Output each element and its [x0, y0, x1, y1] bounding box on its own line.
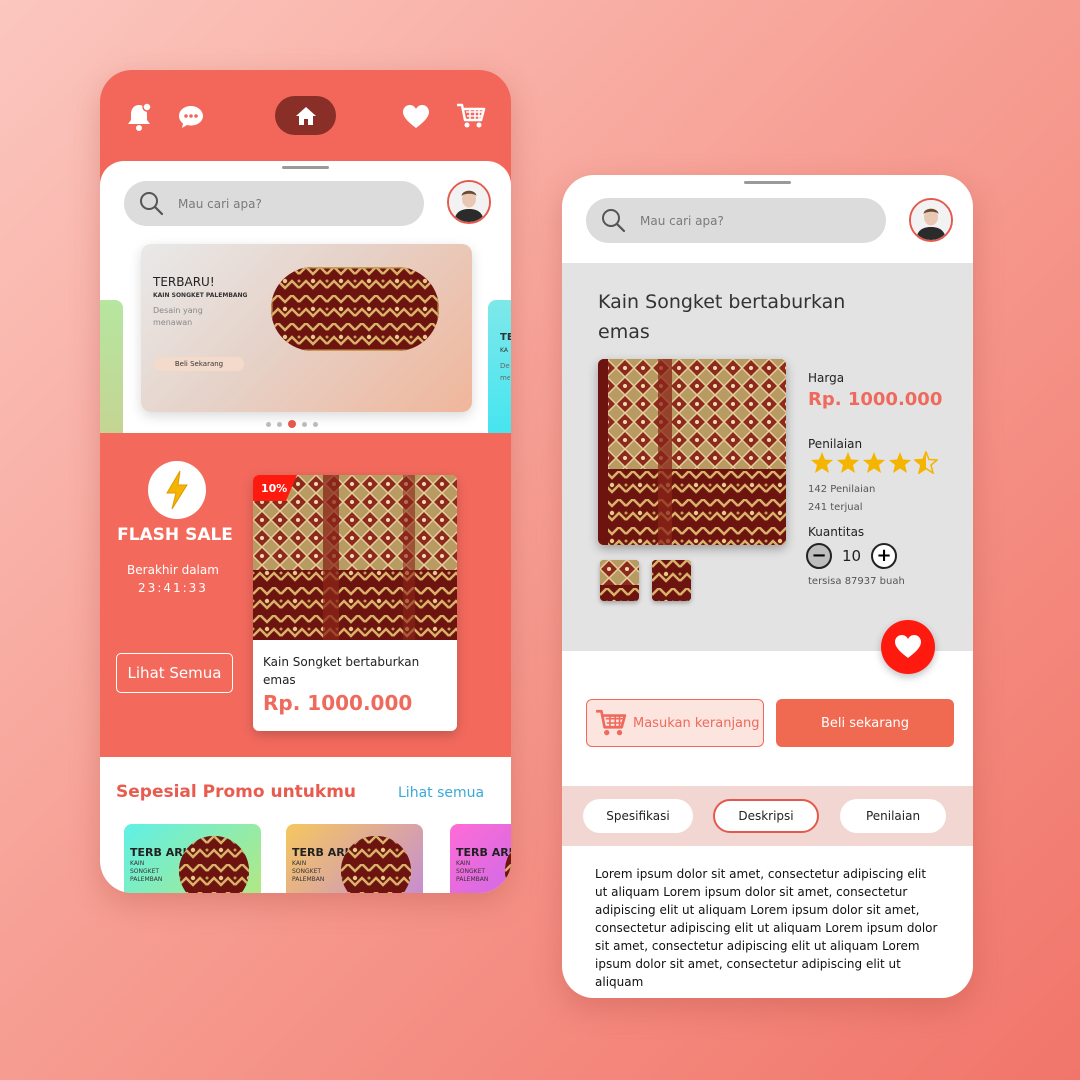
- flash-sale-product-card[interactable]: 10% Kain Songket bertaburkan emas Rp. 10…: [253, 475, 457, 731]
- product-main-image[interactable]: [598, 359, 786, 545]
- heart-icon: [895, 635, 921, 658]
- cart-icon: [596, 709, 627, 736]
- carousel-dot-active[interactable]: [288, 420, 296, 428]
- heart-icon[interactable]: [401, 103, 431, 131]
- search-input[interactable]: Mau cari apa?: [124, 181, 424, 226]
- bell-icon[interactable]: [124, 102, 154, 132]
- star-icon: [863, 452, 885, 473]
- product-thumbnail[interactable]: [652, 560, 691, 601]
- buy-now-button[interactable]: Beli sekarang: [776, 699, 954, 747]
- star-icon: [811, 452, 833, 473]
- promo-banner[interactable]: TERBARU! KAIN SONGKET PALEMBANG Desain y…: [141, 244, 472, 412]
- search-icon: [140, 192, 164, 216]
- tab-penilaian[interactable]: Penilaian: [840, 799, 946, 833]
- minus-icon[interactable]: −: [806, 543, 832, 569]
- flash-sale-title: FLASH SALE: [117, 525, 233, 545]
- banner-next-title: TE: [500, 332, 511, 343]
- add-to-cart-label: Masukan keranjang: [633, 715, 760, 731]
- quantity-value[interactable]: 10: [842, 547, 861, 565]
- review-count: 142 Penilaian: [808, 484, 876, 495]
- flash-sale-ends-label: Berakhir dalam: [127, 563, 219, 577]
- home-tab-button[interactable]: [275, 96, 336, 135]
- promo-card-image: [179, 836, 249, 893]
- rating-stars: [810, 451, 938, 474]
- banner-buy-button[interactable]: Beli Sekarang: [154, 357, 244, 371]
- search-icon: [602, 209, 626, 233]
- search-placeholder: Mau cari apa?: [640, 213, 724, 228]
- tab-deskripsi[interactable]: Deskripsi: [713, 799, 819, 833]
- banner-product-image: [271, 267, 439, 351]
- product-price: Rp. 1000.000: [808, 389, 943, 410]
- tab-spesifikasi[interactable]: Spesifikasi: [583, 799, 693, 833]
- add-to-cart-button[interactable]: Masukan keranjang: [586, 699, 764, 747]
- avatar[interactable]: [909, 198, 953, 242]
- carousel-dot[interactable]: [313, 421, 318, 427]
- sheet-handle[interactable]: [744, 181, 791, 184]
- star-icon: [889, 452, 911, 473]
- sold-count: 241 terjual: [808, 502, 863, 513]
- product-description: Lorem ipsum dolor sit amet, consectetur …: [595, 867, 938, 989]
- flash-sale-timer: 23:41:33: [138, 581, 208, 595]
- flash-product-name: Kain Songket bertaburkan emas: [263, 655, 420, 687]
- promo-card[interactable]: TERB ARU! KAIN SONGKET PALEMBAN: [450, 824, 511, 893]
- promo-title: Sepesial Promo untukmu: [116, 782, 357, 802]
- product-title: Kain Songket bertaburkan emas: [598, 291, 846, 343]
- search-input[interactable]: Mau cari apa?: [586, 198, 886, 243]
- promo-card[interactable]: TERB ARU! KAIN SONGKET PALEMBAN: [124, 824, 261, 893]
- sheet-handle[interactable]: [282, 166, 329, 169]
- special-promo-section: Sepesial Promo untukmu Lihat semua TERB …: [100, 757, 511, 893]
- rating-label: Penilaian: [808, 437, 863, 451]
- star-icon: [837, 452, 859, 473]
- price-label: Harga: [808, 371, 845, 385]
- carousel-dot[interactable]: [277, 421, 282, 427]
- product-detail-screen: Mau cari apa? Kain Songket bertaburkan e…: [562, 175, 973, 998]
- home-icon: [295, 106, 316, 125]
- cart-icon[interactable]: [455, 101, 487, 131]
- avatar[interactable]: [447, 180, 491, 224]
- half-star-icon: [914, 451, 938, 474]
- flash-sale-see-all-button[interactable]: Lihat Semua: [116, 653, 233, 693]
- home-screen: Mau cari apa? TE KA De me TERBARU! KAIN …: [100, 70, 511, 893]
- promo-card-image: [505, 836, 511, 893]
- flash-sale-section: FLASH SALE Berakhir dalam 23:41:33 Lihat…: [100, 433, 511, 757]
- promo-card-sub: KAIN SONGKET PALEMBAN: [130, 860, 163, 883]
- promo-see-all-link[interactable]: Lihat semua: [398, 785, 484, 801]
- promo-card-title: TERB ARU!: [456, 846, 511, 859]
- chat-icon[interactable]: [176, 103, 206, 131]
- banner-title: TERBARU!: [153, 275, 215, 289]
- bolt-icon: [148, 461, 206, 519]
- banner-next-desc: De me: [500, 362, 510, 382]
- quantity-label: Kuantitas: [808, 525, 865, 539]
- plus-icon[interactable]: +: [871, 543, 897, 569]
- favorite-button[interactable]: [881, 620, 935, 674]
- promo-card-sub: KAIN SONGKET PALEMBAN: [456, 860, 489, 883]
- carousel-dot[interactable]: [302, 421, 307, 427]
- banner-subtitle: KAIN SONGKET PALEMBANG: [153, 292, 248, 299]
- flash-product-price: Rp. 1000.000: [263, 691, 413, 715]
- banner-next-sub: KA: [500, 347, 508, 354]
- promo-card-image: [341, 836, 411, 893]
- search-placeholder: Mau cari apa?: [178, 196, 262, 211]
- promo-card[interactable]: TERB ARU! KAIN SONGKET PALEMBAN: [286, 824, 423, 893]
- carousel-dots: [266, 420, 318, 428]
- stock-remaining: tersisa 87937 buah: [808, 576, 905, 587]
- carousel-dot[interactable]: [266, 421, 271, 427]
- top-nav-bar: [100, 70, 511, 162]
- product-thumbnail[interactable]: [600, 560, 639, 601]
- promo-card-sub: KAIN SONGKET PALEMBAN: [292, 860, 325, 883]
- banner-desc: Desain yang menawan: [153, 306, 203, 327]
